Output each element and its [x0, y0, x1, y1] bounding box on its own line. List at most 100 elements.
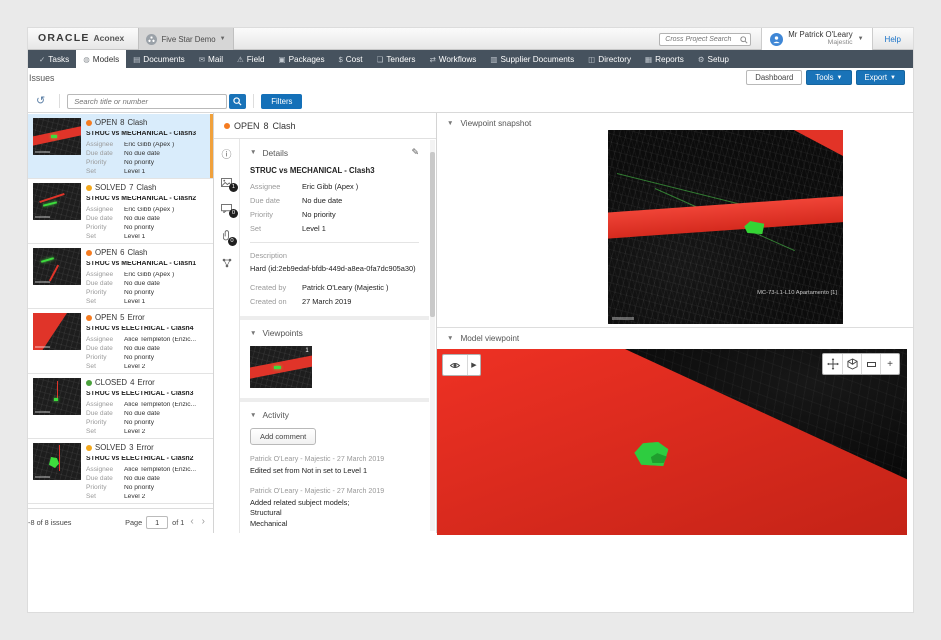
zoom-out-icon[interactable] [861, 354, 880, 374]
viewpoints-icon[interactable]: 1 [221, 178, 232, 187]
tab-label: Models [93, 55, 119, 64]
status-dot [86, 380, 92, 386]
status-dot [86, 120, 92, 126]
chevron-down-icon: ▼ [858, 36, 864, 42]
tab-reports[interactable]: ▦Reports [638, 50, 691, 68]
issue-status: OPEN [95, 119, 117, 127]
tab-tasks[interactable]: ✓Tasks [32, 50, 76, 68]
tab-directory[interactable]: ◫Directory [581, 50, 638, 68]
comments-icon[interactable]: 0 [221, 204, 232, 213]
issue-card[interactable]: SOLVED3Error STRUC vs ELECTRICAL - Clash… [28, 439, 213, 504]
viewpoint-panel: ▼ Viewpoint snapshot MC-73-L1-L10 Aparta… [437, 113, 913, 535]
details-status: OPEN [234, 121, 260, 131]
issue-search-input[interactable] [72, 96, 220, 108]
export-label: Export [865, 73, 888, 82]
next-page-icon[interactable]: › [200, 517, 207, 527]
issue-card[interactable]: OPEN6Clash STRUC vs MECHANICAL - Clash1 … [28, 244, 213, 309]
tenders-icon: ❏ [377, 55, 384, 64]
viewpoints-section-header[interactable]: ▼ Viewpoints [250, 328, 419, 338]
attachments-count-badge: 0 [228, 237, 237, 246]
status-dot [86, 315, 92, 321]
aconex-app-window: ORACLE Aconex Five Star Demo ▼ Mr Patric… [28, 28, 913, 612]
status-dot [86, 185, 92, 191]
zoom-in-icon[interactable]: + [880, 354, 899, 374]
issue-search-button[interactable] [229, 94, 246, 109]
clash-beam [437, 349, 907, 535]
set-value: Level 2 [124, 364, 208, 371]
issue-status: CLOSED [95, 379, 127, 387]
viewpoint-thumbnail[interactable]: 1 [250, 346, 312, 388]
created-by-label: Created by [250, 283, 302, 292]
tab-packages[interactable]: ▣Packages [272, 50, 332, 68]
tab-workflows[interactable]: ⇄Workflows [422, 50, 483, 68]
edit-pencil-icon[interactable]: ✎ [411, 147, 419, 158]
refresh-icon[interactable]: ↺ [36, 96, 45, 107]
tab-tenders[interactable]: ❏Tenders [370, 50, 423, 68]
tools-button[interactable]: Tools▼ [806, 70, 851, 85]
help-link[interactable]: Help [873, 35, 913, 44]
cross-project-search[interactable] [659, 33, 751, 46]
search-icon[interactable] [740, 36, 748, 44]
tab-supplier-documents[interactable]: ▥Supplier Documents [483, 50, 581, 68]
eye-icon[interactable] [443, 355, 467, 375]
setup-gear-icon: ⚙ [698, 55, 705, 64]
tab-models[interactable]: ◍Models [76, 50, 126, 68]
prev-page-icon[interactable]: ‹ [188, 517, 195, 527]
priority-value: No priority [124, 355, 208, 362]
tab-label: Packages [289, 55, 325, 64]
tab-setup[interactable]: ⚙Setup [691, 50, 736, 68]
divider [250, 242, 419, 243]
page-input[interactable] [146, 516, 168, 529]
model-viewpoint-header[interactable]: ▼ Model viewpoint [447, 334, 519, 343]
issue-card[interactable]: OPEN8Clash STRUC vs MECHANICAL - Clash3 … [28, 114, 213, 179]
attachment-icon[interactable]: 0 [223, 230, 231, 241]
user-org: Majestic [788, 40, 852, 47]
set-label: Set [86, 429, 124, 436]
set-label: Set [86, 494, 124, 501]
add-comment-button[interactable]: Add comment [250, 428, 316, 445]
scrollbar-thumb[interactable] [430, 152, 435, 317]
assignee-value: Eric Gibb (Apex ) [124, 272, 208, 279]
orbit-cube-icon[interactable] [842, 354, 861, 374]
tab-label: Tenders [386, 55, 415, 64]
status-dot [86, 445, 92, 451]
details-scrollbar[interactable] [430, 140, 435, 531]
issue-search[interactable] [67, 94, 227, 109]
dashboard-button[interactable]: Dashboard [746, 70, 802, 85]
tab-label: Documents [143, 55, 184, 64]
issue-card[interactable]: OPEN5Error STRUC vs ELECTRICAL - Clash4 … [28, 309, 213, 374]
expand-arrow-icon[interactable]: ▶ [467, 355, 480, 375]
priority-value: No priority [124, 485, 208, 492]
viewpoint-snapshot-header[interactable]: ▼ Viewpoint snapshot [447, 119, 531, 128]
issue-number: 7 [129, 184, 133, 192]
status-dot [224, 123, 230, 129]
tab-cost[interactable]: $Cost [332, 50, 370, 68]
content-panels: OPEN8Clash STRUC vs MECHANICAL - Clash3 … [28, 112, 913, 535]
issue-thumbnail [33, 443, 81, 480]
model-viewer[interactable]: ▶ + [437, 349, 907, 535]
priority-label: Priority [86, 225, 124, 232]
cross-project-search-input[interactable] [663, 34, 739, 45]
details-section-header[interactable]: ▼ Details ✎ [250, 147, 419, 158]
activity-section-header[interactable]: ▼ Activity [250, 410, 419, 420]
field-icon: ⚠ [237, 55, 244, 64]
related-models-icon[interactable] [222, 258, 232, 268]
tab-label: Supplier Documents [500, 55, 574, 64]
pan-icon[interactable] [823, 354, 842, 374]
issue-card[interactable]: SOLVED7Clash STRUC vs MECHANICAL - Clash… [28, 179, 213, 244]
priority-value: No priority [124, 160, 208, 167]
priority-label: Priority [86, 485, 124, 492]
chevron-down-icon: ▼ [447, 120, 453, 127]
set-label: Set [86, 299, 124, 306]
project-selector[interactable]: Five Star Demo ▼ [138, 28, 234, 50]
issue-list-panel: OPEN8Clash STRUC vs MECHANICAL - Clash3 … [28, 113, 213, 535]
tab-documents[interactable]: ▤Documents [126, 50, 192, 68]
issue-type: Clash [127, 119, 147, 127]
tab-field[interactable]: ⚠Field [230, 50, 271, 68]
issue-card[interactable]: CLOSED4Error STRUC vs ELECTRICAL - Clash… [28, 374, 213, 439]
user-menu[interactable]: Mr Patrick O'Leary Majestic ▼ [761, 28, 872, 50]
export-button[interactable]: Export▼ [856, 70, 906, 85]
tab-mail[interactable]: ✉Mail [192, 50, 230, 68]
info-icon[interactable]: ⓘ [222, 151, 232, 161]
filters-button[interactable]: Filters [261, 94, 302, 109]
